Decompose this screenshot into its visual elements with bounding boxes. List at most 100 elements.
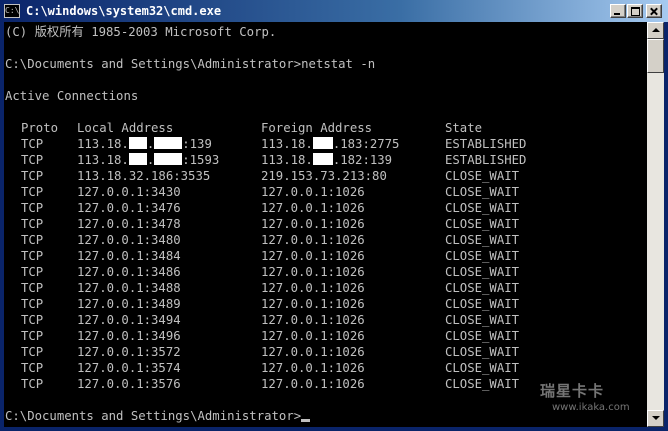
foreign-address-suffix: .183:2775	[332, 137, 400, 151]
header-state: State	[445, 121, 483, 135]
console-icon[interactable]: C:\	[4, 4, 20, 18]
cell-state: ESTABLISHED	[445, 137, 527, 151]
cell-state: CLOSE_WAIT	[445, 249, 520, 263]
cell-foreign-address: 127.0.0.1:1026	[261, 249, 365, 263]
table-row: TCP 113.18..:1593 113.18. .182:139 ESTABLISH…	[5, 152, 645, 168]
table-row: TCP 127.0.0.1:3574 127.0.0.1:1026 CLOSE_WAI…	[5, 360, 645, 376]
cell-state: CLOSE_WAIT	[445, 217, 520, 231]
section-title: Active Connections	[5, 89, 139, 103]
cell-foreign-address: 127.0.0.1:1026	[261, 297, 365, 311]
cmd-window: C:\ C:\windows\system32\cmd.exe (C) 版权所有…	[0, 0, 668, 431]
table-row: TCP 127.0.0.1:3478 127.0.0.1:1026 CLOSE_WAI…	[5, 216, 645, 232]
cell-local-address: 127.0.0.1:3478	[77, 217, 181, 231]
scroll-up-icon[interactable]	[647, 22, 664, 39]
redaction-block	[154, 137, 183, 149]
local-address-suffix: :1593	[182, 153, 220, 167]
redaction-block	[128, 153, 147, 165]
watermark-logo: 瑞星卡卡	[540, 382, 605, 400]
foreign-address-prefix: 113.18.	[261, 137, 313, 151]
cell-foreign-address: 127.0.0.1:1026	[261, 265, 365, 279]
console-output[interactable]: (C) 版权所有 1985-2003 Microsoft Corp. C:\Do…	[4, 22, 647, 427]
cell-foreign-address: 127.0.0.1:1026	[261, 281, 365, 295]
cell-state: CLOSE_WAIT	[445, 169, 520, 183]
cell-local-address: 127.0.0.1:3576	[77, 377, 181, 391]
table-row: TCP 127.0.0.1:3484 127.0.0.1:1026 CLOSE_WAI…	[5, 248, 645, 264]
table-row: TCP 127.0.0.1:3572 127.0.0.1:1026 CLOSE_WAI…	[5, 344, 645, 360]
cell-state: CLOSE_WAIT	[445, 297, 520, 311]
text-cursor	[301, 419, 311, 422]
cell-state: CLOSE_WAIT	[445, 265, 520, 279]
cell-state: CLOSE_WAIT	[445, 233, 520, 247]
cell-foreign-address: 113.18. .183:2775	[261, 136, 399, 152]
redaction-block	[312, 153, 333, 165]
cell-state: CLOSE_WAIT	[445, 329, 520, 343]
table-row: TCP 127.0.0.1:3480 127.0.0.1:1026 CLOSE_WAI…	[5, 232, 645, 248]
cell-local-address: 127.0.0.1:3494	[77, 313, 181, 327]
cell-local-address: 127.0.0.1:3476	[77, 201, 181, 215]
cell-local-address: 127.0.0.1:3480	[77, 233, 181, 247]
table-row: TCP 127.0.0.1:3488 127.0.0.1:1026 CLOSE_WAI…	[5, 280, 645, 296]
table-row: TCP 113.18.32.186:3535 219.153.73.213:80 CL…	[5, 168, 645, 184]
cell-state: CLOSE_WAIT	[445, 361, 520, 375]
cell-foreign-address: 219.153.73.213:80	[261, 169, 387, 183]
cell-proto: TCP	[21, 233, 44, 247]
header-local: Local Address	[77, 121, 174, 135]
cell-proto: TCP	[21, 297, 44, 311]
table-row: TCP 127.0.0.1:3476 127.0.0.1:1026 CLOSE_WAI…	[5, 200, 645, 216]
cell-local-address: 127.0.0.1:3488	[77, 281, 181, 295]
cell-state: CLOSE_WAIT	[445, 281, 520, 295]
table-row: TCP 127.0.0.1:3494 127.0.0.1:1026 CLOSE_WAI…	[5, 312, 645, 328]
table-row: TCP 113.18..:139 113.18. .183:2775 ESTABLISH…	[5, 136, 645, 152]
redaction-block	[154, 153, 183, 165]
cell-local-address: 127.0.0.1:3430	[77, 185, 181, 199]
watermark: 瑞星卡卡 www.ikaka.com	[540, 382, 650, 424]
cell-proto: TCP	[21, 377, 44, 391]
cell-foreign-address: 127.0.0.1:1026	[261, 201, 365, 215]
close-icon[interactable]	[646, 4, 662, 18]
local-address-prefix: 113.18.	[77, 137, 129, 151]
cell-state: CLOSE_WAIT	[445, 345, 520, 359]
cell-local-address: 113.18..:139	[77, 137, 212, 151]
cell-local-address: 127.0.0.1:3484	[77, 249, 181, 263]
table-row: TCP 127.0.0.1:3486 127.0.0.1:1026 CLOSE_WAI…	[5, 264, 645, 280]
cell-foreign-address: 113.18. .182:139	[261, 152, 392, 168]
cell-proto: TCP	[21, 329, 44, 343]
window-title: C:\windows\system32\cmd.exe	[26, 4, 222, 18]
header-proto: Proto	[21, 121, 59, 135]
cell-foreign-address: 127.0.0.1:1026	[261, 377, 365, 391]
table-row: TCP 127.0.0.1:3496 127.0.0.1:1026 CLOSE_WAI…	[5, 328, 645, 344]
cell-local-address: 127.0.0.1:3486	[77, 265, 181, 279]
header-foreign: Foreign Address	[261, 121, 373, 135]
cell-state: CLOSE_WAIT	[445, 313, 520, 327]
redaction-block	[312, 137, 333, 149]
cell-foreign-address: 127.0.0.1:1026	[261, 345, 365, 359]
cell-proto: TCP	[21, 169, 44, 183]
cell-local-address: 113.18..:1593	[77, 153, 220, 167]
table-header: Proto Local Address Foreign Address Stat…	[5, 120, 645, 136]
cell-foreign-address: 127.0.0.1:1026	[261, 217, 365, 231]
watermark-url: www.ikaka.com	[552, 402, 630, 413]
cell-foreign-address: 127.0.0.1:1026	[261, 329, 365, 343]
title-bar[interactable]: C:\ C:\windows\system32\cmd.exe	[0, 0, 668, 22]
cell-proto: TCP	[21, 265, 44, 279]
cell-proto: TCP	[21, 201, 44, 215]
scroll-thumb[interactable]	[647, 39, 664, 73]
cell-proto: TCP	[21, 217, 44, 231]
cell-state: CLOSE_WAIT	[445, 377, 520, 391]
vertical-scrollbar[interactable]	[647, 22, 664, 427]
cell-foreign-address: 127.0.0.1:1026	[261, 185, 365, 199]
maximize-icon[interactable]	[627, 4, 643, 18]
cell-local-address: 127.0.0.1:3496	[77, 329, 181, 343]
cell-proto: TCP	[21, 185, 44, 199]
table-row: TCP 127.0.0.1:3489 127.0.0.1:1026 CLOSE_WAI…	[5, 296, 645, 312]
copyright-line: (C) 版权所有 1985-2003 Microsoft Corp.	[5, 25, 277, 39]
cell-proto: TCP	[21, 249, 44, 263]
command-line: C:\Documents and Settings\Administrator>…	[5, 57, 376, 71]
cell-foreign-address: 127.0.0.1:1026	[261, 361, 365, 375]
foreign-address-suffix: .182:139	[332, 153, 393, 167]
cell-state: CLOSE_WAIT	[445, 201, 520, 215]
cell-proto: TCP	[21, 345, 44, 359]
redaction-block	[128, 137, 147, 149]
minimize-icon[interactable]	[610, 4, 626, 18]
cell-state: CLOSE_WAIT	[445, 185, 520, 199]
